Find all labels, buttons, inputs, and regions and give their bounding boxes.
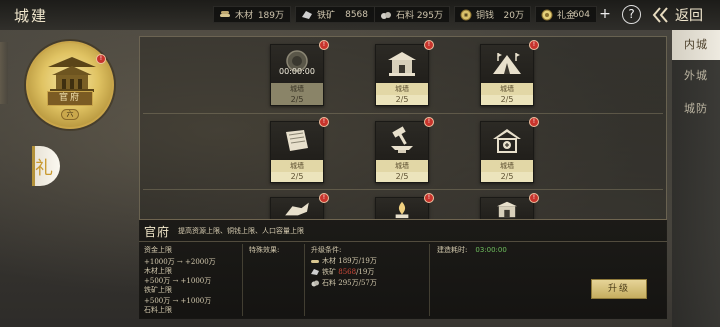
back-label: 返回: [675, 7, 703, 24]
insufficient-amount: 8568: [338, 268, 357, 276]
right-nav: 内城 外城 城防: [672, 30, 720, 327]
requirements-section: 升级条件: 木材 189万/19万 铁矿 8568/19万 石料 295万/57…: [311, 245, 426, 305]
build-time-row: 建造耗时: 03:00:00: [437, 245, 507, 255]
special-effect-section: 特殊效果:: [249, 245, 279, 255]
anvil-hammer-icon: [376, 122, 428, 160]
emblem-level: 六: [61, 109, 79, 120]
iron-ore-icon: [301, 9, 313, 21]
page-title: 城建: [14, 7, 49, 25]
notification-badge: !: [96, 54, 106, 64]
section-divider: [242, 244, 243, 316]
building-detail-panel: 官府 提高资源上限、铜钱上限、人口容量上限 资金上限 +1000万 → +200…: [139, 219, 667, 319]
emblem-label: 官府: [47, 91, 93, 106]
copper-coin-icon: [460, 9, 472, 21]
resource-stone: 石料 295万: [374, 6, 450, 23]
help-button[interactable]: ?: [622, 5, 641, 24]
back-button[interactable]: 返回: [651, 3, 717, 26]
resource-wood: 木材 189万: [213, 6, 291, 23]
building-name: 城墙: [481, 83, 533, 95]
caps-line: 木材上限: [144, 267, 172, 275]
detail-description: 提高资源上限、铜钱上限、人口容量上限: [178, 227, 304, 235]
stone-icon: [380, 9, 392, 21]
build-time-label: 建造耗时:: [437, 246, 468, 254]
notification-badge: !: [424, 40, 434, 50]
building-name: 城墙: [376, 160, 428, 172]
wood-icon: [219, 9, 231, 21]
row-divider: [143, 113, 663, 114]
building-level: 2/5: [271, 95, 323, 105]
resource-iron: 铁矿 8568: [295, 6, 375, 23]
detail-building-name: 官府: [144, 225, 171, 239]
requirement-row: 铁矿 8568/19万: [311, 267, 374, 277]
building-name: 城墙: [376, 83, 428, 95]
resource-gift-gold: 礼金 604: [535, 6, 597, 23]
build-time-value: 03:00:00: [475, 246, 507, 254]
special-effect-header: 特殊效果:: [249, 246, 280, 254]
tab-inner-city[interactable]: 内城: [672, 30, 720, 60]
requirement-row: 木材 189万/19万: [311, 256, 377, 266]
building-level: 2/5: [481, 95, 533, 105]
resource-copper: 铜钱 20万: [454, 6, 531, 23]
building-card[interactable]: 城墙 2/5 !: [375, 117, 434, 183]
building-card[interactable]: 城墙 2/5 !: [480, 40, 539, 106]
caps-line: 铁矿上限: [144, 286, 172, 294]
tab-city-defense[interactable]: 城防: [672, 94, 720, 124]
stone-icon: [311, 280, 319, 287]
tent-camp-icon: [481, 45, 533, 83]
gate-tower-icon: [481, 198, 533, 220]
top-bar: 城建 木材 189万 铁矿 8568 石料 295万 铜钱 20万 礼金 604: [0, 0, 720, 30]
building-name: 城墙: [271, 160, 323, 172]
left-drawer-edge[interactable]: [0, 42, 8, 104]
wood-icon: [311, 260, 319, 263]
detail-title-row: 官府 提高资源上限、铜钱上限、人口容量上限: [139, 220, 667, 242]
book-icon: [271, 122, 323, 160]
row-divider: [143, 189, 663, 190]
resource-caps-section: 资金上限 +1000万 → +2000万 木材上限 +500万 → +1000万…: [144, 245, 239, 317]
caps-line: 石料上限: [144, 306, 172, 314]
clinic-house-icon: [481, 122, 533, 160]
building-level: 2/5: [376, 95, 428, 105]
building-name: 城墙: [271, 83, 323, 95]
notification-badge: !: [319, 40, 329, 50]
building-level: 2/5: [481, 172, 533, 182]
tab-outer-city[interactable]: 外城: [672, 61, 720, 91]
building-name: 城墙: [481, 160, 533, 172]
notification-badge: !: [529, 117, 539, 127]
build-timer: 00:00:00: [279, 67, 315, 76]
notification-badge: !: [424, 117, 434, 127]
notification-badge: !: [529, 193, 539, 203]
gift-gold-icon: [541, 9, 553, 21]
furnace-flame-icon: [376, 198, 428, 220]
notification-badge: !: [319, 193, 329, 203]
double-chevron-left-icon: [651, 4, 673, 26]
building-card[interactable]: 城墙 2/5 !: [480, 117, 539, 183]
requirement-row: 石料 295万/57万: [311, 278, 377, 288]
section-divider: [304, 244, 305, 316]
notification-badge: !: [319, 117, 329, 127]
notification-badge: !: [424, 193, 434, 203]
government-office-icon: [48, 57, 96, 92]
building-card[interactable]: !: [270, 193, 329, 220]
building-card[interactable]: !: [480, 193, 539, 220]
section-divider: [429, 244, 430, 316]
building-level: 2/5: [271, 172, 323, 182]
hall-building-icon: [376, 45, 428, 83]
caps-header: 资金上限: [144, 246, 172, 254]
add-gift-gold-button[interactable]: +: [598, 6, 612, 23]
timer-medallion-icon: [271, 45, 323, 83]
gift-tab-glyph: 礼: [35, 158, 53, 179]
upgrade-button[interactable]: 升级: [591, 279, 647, 299]
notification-badge: !: [529, 40, 539, 50]
building-card[interactable]: 00:00:00 城墙 2/5 !: [270, 40, 329, 106]
requirements-header: 升级条件:: [311, 246, 342, 254]
building-card[interactable]: 城墙 2/5 !: [270, 117, 329, 183]
war-beast-icon: [271, 198, 323, 220]
iron-ore-icon: [311, 269, 319, 275]
building-card[interactable]: 城墙 2/5 !: [375, 40, 434, 106]
building-card[interactable]: !: [375, 193, 434, 220]
building-level: 2/5: [376, 172, 428, 182]
